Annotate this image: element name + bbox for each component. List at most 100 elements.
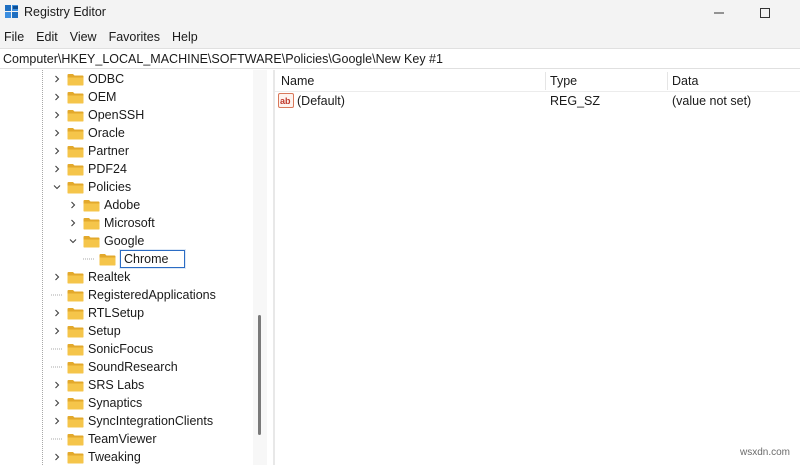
menu-file[interactable]: File bbox=[0, 27, 31, 47]
tree-node[interactable]: PDF24 bbox=[50, 160, 127, 178]
tree-stub bbox=[50, 358, 64, 376]
address-bar[interactable]: Computer\HKEY_LOCAL_MACHINE\SOFTWARE\Pol… bbox=[0, 48, 800, 69]
chevron-right-icon[interactable] bbox=[50, 124, 64, 142]
chevron-right-icon[interactable] bbox=[50, 268, 64, 286]
folder-icon bbox=[67, 145, 84, 158]
folder-icon bbox=[67, 433, 84, 446]
tree-node[interactable]: SoundResearch bbox=[50, 358, 178, 376]
minimize-icon bbox=[714, 12, 724, 14]
folder-icon bbox=[67, 343, 84, 356]
tree-node[interactable]: Tweaking bbox=[50, 448, 141, 465]
chevron-right-icon[interactable] bbox=[66, 214, 80, 232]
list-header: Name Type Data bbox=[275, 70, 800, 92]
chevron-right-icon[interactable] bbox=[50, 160, 64, 178]
value-row[interactable]: ab (Default) REG_SZ (value not set) bbox=[275, 92, 800, 110]
tree-node[interactable]: Realtek bbox=[50, 268, 130, 286]
folder-icon bbox=[67, 451, 84, 464]
folder-icon bbox=[67, 127, 84, 140]
tree-node-label: Oracle bbox=[88, 126, 125, 140]
tree-stub bbox=[50, 340, 64, 358]
tree-node-label: TeamViewer bbox=[88, 432, 157, 446]
tree-node[interactable]: SyncIntegrationClients bbox=[50, 412, 213, 430]
menu-edit[interactable]: Edit bbox=[31, 27, 65, 47]
folder-icon bbox=[67, 181, 84, 194]
tree-node[interactable]: Chrome bbox=[82, 250, 186, 268]
tree-node-label: SoundResearch bbox=[88, 360, 178, 374]
values-list[interactable]: Name Type Data ab (Default) REG_SZ (valu… bbox=[275, 70, 800, 465]
folder-icon bbox=[67, 307, 84, 320]
title-bar: Registry Editor bbox=[0, 0, 800, 26]
chevron-down-icon[interactable] bbox=[66, 232, 80, 250]
maximize-button[interactable] bbox=[742, 0, 788, 26]
chevron-right-icon[interactable] bbox=[50, 394, 64, 412]
tree-node-label: SonicFocus bbox=[88, 342, 154, 356]
chevron-right-icon[interactable] bbox=[50, 322, 64, 340]
chevron-right-icon[interactable] bbox=[50, 142, 64, 160]
chevron-right-icon[interactable] bbox=[50, 106, 64, 124]
chevron-right-icon[interactable] bbox=[50, 448, 64, 465]
tree-node[interactable]: RTLSetup bbox=[50, 304, 144, 322]
tree-node-label: RTLSetup bbox=[88, 306, 145, 320]
tree-node-label: Policies bbox=[88, 180, 132, 194]
tree-scrollbar[interactable] bbox=[253, 70, 267, 465]
tree-node[interactable]: SRS Labs bbox=[50, 376, 144, 394]
key-tree[interactable]: ODBC OEM OpenSSH Oracle Partner PDF24 Policies… bbox=[0, 70, 273, 465]
tree-guide-line bbox=[42, 70, 43, 465]
menu-view[interactable]: View bbox=[65, 27, 104, 47]
folder-icon bbox=[67, 91, 84, 104]
column-divider[interactable] bbox=[667, 72, 668, 90]
value-type: REG_SZ bbox=[550, 94, 601, 108]
tree-node[interactable]: Synaptics bbox=[50, 394, 142, 412]
tree-node[interactable]: SonicFocus bbox=[50, 340, 153, 358]
tree-node[interactable]: Policies bbox=[50, 178, 131, 196]
tree-node-label: Microsoft bbox=[104, 216, 155, 230]
tree-node[interactable]: Oracle bbox=[50, 124, 125, 142]
string-value-icon: ab bbox=[278, 93, 294, 108]
folder-icon bbox=[67, 271, 84, 284]
watermark: wsxdn.com bbox=[740, 447, 791, 458]
address-path[interactable]: Computer\HKEY_LOCAL_MACHINE\SOFTWARE\Pol… bbox=[3, 52, 443, 66]
folder-icon bbox=[67, 325, 84, 338]
tree-node[interactable]: Setup bbox=[50, 322, 121, 340]
column-type[interactable]: Type bbox=[550, 74, 577, 88]
column-divider[interactable] bbox=[545, 72, 546, 90]
tree-node[interactable]: TeamViewer bbox=[50, 430, 157, 448]
tree-node-label: Tweaking bbox=[88, 450, 141, 464]
menu-help[interactable]: Help bbox=[167, 27, 205, 47]
minimize-button[interactable] bbox=[696, 0, 742, 26]
chevron-down-icon[interactable] bbox=[50, 178, 64, 196]
tree-node-label: SyncIntegrationClients bbox=[88, 414, 214, 428]
chevron-right-icon[interactable] bbox=[50, 412, 64, 430]
value-data: (value not set) bbox=[672, 94, 752, 108]
folder-icon bbox=[67, 397, 84, 410]
chevron-right-icon[interactable] bbox=[50, 376, 64, 394]
chevron-right-icon[interactable] bbox=[50, 304, 64, 322]
tree-stub bbox=[50, 286, 64, 304]
tree-node[interactable]: ODBC bbox=[50, 70, 124, 88]
tree-node-label: SRS Labs bbox=[88, 378, 145, 392]
key-name-edit-input[interactable]: Chrome bbox=[120, 250, 186, 268]
tree-scrollbar-thumb[interactable] bbox=[258, 315, 261, 435]
column-data[interactable]: Data bbox=[672, 74, 698, 88]
tree-node[interactable]: OpenSSH bbox=[50, 106, 144, 124]
tree-node[interactable]: Partner bbox=[50, 142, 129, 160]
folder-icon bbox=[67, 109, 84, 122]
tree-node-label: Synaptics bbox=[88, 396, 143, 410]
tree-node-label: OpenSSH bbox=[88, 108, 145, 122]
folder-icon bbox=[67, 163, 84, 176]
tree-node[interactable]: Microsoft bbox=[66, 214, 155, 232]
column-name[interactable]: Name bbox=[281, 74, 314, 88]
folder-icon bbox=[67, 361, 84, 374]
chevron-right-icon[interactable] bbox=[50, 70, 64, 88]
tree-node[interactable]: OEM bbox=[50, 88, 116, 106]
tree-node[interactable]: Google bbox=[66, 232, 144, 250]
menu-favorites[interactable]: Favorites bbox=[104, 27, 167, 47]
tree-node[interactable]: Adobe bbox=[66, 196, 140, 214]
folder-icon bbox=[83, 199, 100, 212]
folder-icon bbox=[67, 415, 84, 428]
folder-icon bbox=[67, 379, 84, 392]
folder-icon bbox=[83, 235, 100, 248]
tree-node[interactable]: RegisteredApplications bbox=[50, 286, 216, 304]
chevron-right-icon[interactable] bbox=[50, 88, 64, 106]
chevron-right-icon[interactable] bbox=[66, 196, 80, 214]
